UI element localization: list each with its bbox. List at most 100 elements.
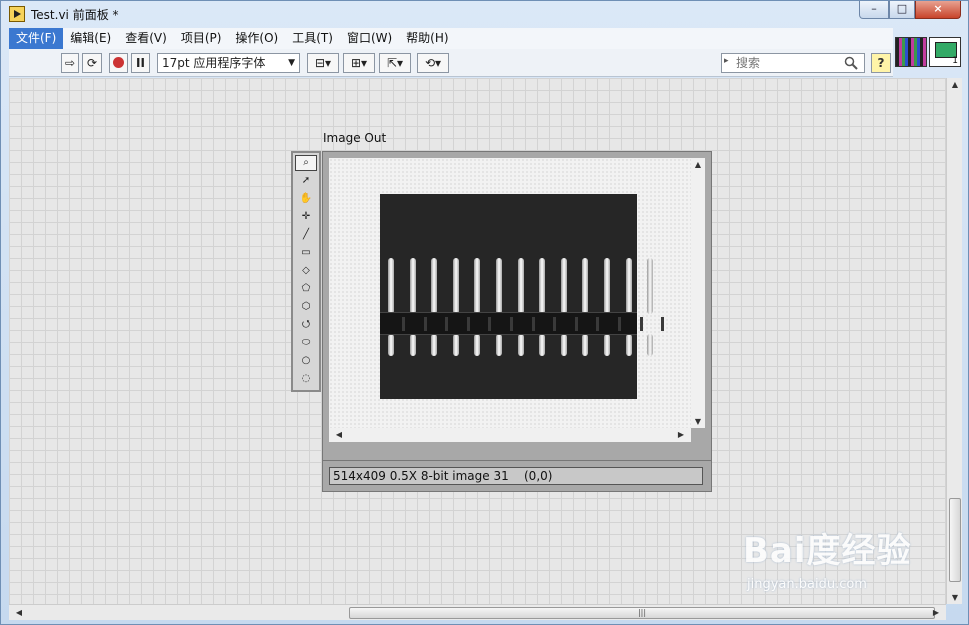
pin-upper [517, 258, 524, 314]
baidu-watermark: Bai度经验 jingyan.baidu.com [743, 523, 923, 603]
rotated-rectangle-tool-icon[interactable]: ◇ [295, 263, 317, 279]
menu-operate[interactable]: 操作(O) [228, 28, 285, 49]
chevron-down-icon: ▼ [288, 58, 295, 68]
strip-notch [445, 317, 449, 331]
pin-lower [539, 334, 546, 356]
vi-icon[interactable]: 1 [929, 37, 961, 67]
menu-help[interactable]: 帮助(H) [399, 28, 455, 49]
strip-notch [402, 317, 405, 331]
labview-window: Test.vi 前面板 * – □ × 文件(F) 编辑(E) 查看(V) 项目… [0, 0, 969, 625]
toolbar: ⇨ ⟳ II 17pt 应用程序字体 ▼ ⊟▾ ⊞▾ ⇱▾ ⟲▾ ▸ ? [9, 49, 893, 77]
menu-tools[interactable]: 工具(T) [285, 28, 340, 49]
pin-lower [625, 334, 632, 356]
scroll-left-icon[interactable]: ◀ [331, 430, 347, 439]
broken-line-tool-icon[interactable]: ◌ [295, 371, 317, 387]
freehand-region-tool-icon[interactable]: ⬭ [295, 335, 317, 351]
strip-notch [596, 317, 600, 331]
pin-lower [431, 334, 438, 356]
image-information-bar: 514x409 0.5X 8-bit image 31 (0,0) [322, 460, 712, 492]
annulus-tool-icon[interactable]: ⬠ [295, 281, 317, 297]
pan-tool-icon[interactable]: ✋ [295, 191, 317, 207]
image-info-text: 514x409 0.5X 8-bit image 31 (0,0) [329, 467, 703, 485]
zoom-tool-icon[interactable]: ⌕ [295, 155, 317, 171]
baidu-jingyan-logo: Bai度经验 [743, 531, 912, 571]
pin-lower [388, 334, 394, 356]
distribute-objects-button[interactable]: ⊞▾ [343, 53, 375, 73]
search-options-icon[interactable]: ▸ [724, 56, 729, 66]
font-select[interactable]: 17pt 应用程序字体 ▼ [157, 53, 300, 73]
strip-notch [639, 317, 643, 331]
horizontal-scroll-thumb[interactable]: ||| [349, 607, 935, 619]
pin-lower [409, 334, 416, 356]
reorder-button[interactable]: ⟲▾ [417, 53, 449, 73]
window-title: Test.vi 前面板 * [31, 8, 119, 22]
menu-window[interactable]: 窗口(W) [340, 28, 399, 49]
run-continuously-button[interactable]: ⟳ [82, 53, 102, 73]
strip-notch [423, 317, 427, 331]
scroll-down-icon[interactable]: ▼ [690, 417, 706, 426]
pin-upper [388, 258, 394, 314]
run-button[interactable]: ⇨ [61, 53, 79, 73]
maximize-button[interactable]: □ [889, 1, 915, 19]
vertical-scroll-thumb[interactable] [949, 498, 961, 582]
pin-upper [539, 258, 546, 314]
strip-notch [531, 317, 535, 331]
pin-lower [452, 334, 459, 356]
image-horizontal-scrollbar[interactable]: ◀ ▶ [329, 428, 691, 442]
rectangle-tool-icon[interactable]: ▭ [295, 245, 317, 261]
strip-notch [661, 317, 665, 331]
close-button[interactable]: × [915, 1, 961, 19]
pin-upper [560, 258, 567, 314]
strip-notch [574, 317, 578, 331]
pin-lower [647, 334, 654, 356]
pin-upper [625, 258, 632, 314]
search-icon[interactable] [844, 56, 858, 70]
image-tools-palette: ⌕ ➚ ✋ ✛ ╱ ▭ ◇ ⬠ ⬡ ⭯ ⬭ ○ ◌ [291, 151, 321, 392]
scroll-down-icon[interactable]: ▼ [947, 593, 963, 602]
pin-lower [496, 334, 502, 356]
line-tool-icon[interactable]: ╱ [295, 227, 317, 243]
polygon-tool-icon[interactable]: ⬡ [295, 299, 317, 315]
pin-lower [582, 334, 589, 356]
selection-tool-icon[interactable]: ➚ [295, 173, 317, 189]
abort-button[interactable] [109, 53, 128, 73]
image-display: ▲ ▼ ◀ ▶ [322, 151, 712, 461]
menu-project[interactable]: 项目(P) [174, 28, 229, 49]
font-select-value: 17pt 应用程序字体 [162, 56, 266, 70]
menu-bar: 文件(F) 编辑(E) 查看(V) 项目(P) 操作(O) 工具(T) 窗口(W… [9, 28, 893, 49]
minimize-button[interactable]: – [859, 1, 889, 19]
panel-horizontal-scrollbar[interactable]: ◀ ||| ▶ [9, 604, 946, 620]
search-input[interactable] [736, 55, 840, 71]
pin-upper [452, 258, 459, 314]
image-control-label: Image Out [323, 131, 387, 145]
vi-icon-number: 1 [952, 56, 958, 66]
scroll-right-icon[interactable]: ▶ [928, 608, 944, 617]
panel-vertical-scrollbar[interactable]: ▲ ▼ [946, 78, 962, 604]
menu-edit[interactable]: 编辑(E) [63, 28, 118, 49]
pin-upper [431, 258, 438, 314]
scroll-left-icon[interactable]: ◀ [11, 608, 27, 617]
title-bar: Test.vi 前面板 * – □ × [1, 1, 969, 27]
context-help-button[interactable]: ? [871, 53, 891, 73]
resize-objects-button[interactable]: ⇱▾ [379, 53, 411, 73]
pause-button[interactable]: II [131, 53, 150, 73]
pin-header-plastic-strip [380, 312, 665, 335]
pin-upper [604, 258, 610, 314]
pin-lower [560, 334, 567, 356]
freehand-line-tool-icon[interactable]: ⭯ [295, 317, 317, 333]
image-display-area[interactable] [329, 158, 691, 442]
connector-pane-icon[interactable] [895, 37, 927, 67]
image-vertical-scrollbar[interactable]: ▲ ▼ [691, 158, 705, 428]
oval-tool-icon[interactable]: ○ [295, 353, 317, 369]
scroll-right-icon[interactable]: ▶ [673, 430, 689, 439]
point-tool-icon[interactable]: ✛ [295, 209, 317, 225]
menu-view[interactable]: 查看(V) [118, 28, 174, 49]
strip-notch [553, 317, 557, 331]
pin-upper [474, 258, 481, 314]
menu-file[interactable]: 文件(F) [9, 28, 64, 49]
scroll-up-icon[interactable]: ▲ [947, 80, 963, 89]
align-objects-button[interactable]: ⊟▾ [307, 53, 339, 73]
pin-upper [409, 258, 416, 314]
scroll-up-icon[interactable]: ▲ [690, 160, 706, 169]
pin-lower [604, 334, 610, 356]
